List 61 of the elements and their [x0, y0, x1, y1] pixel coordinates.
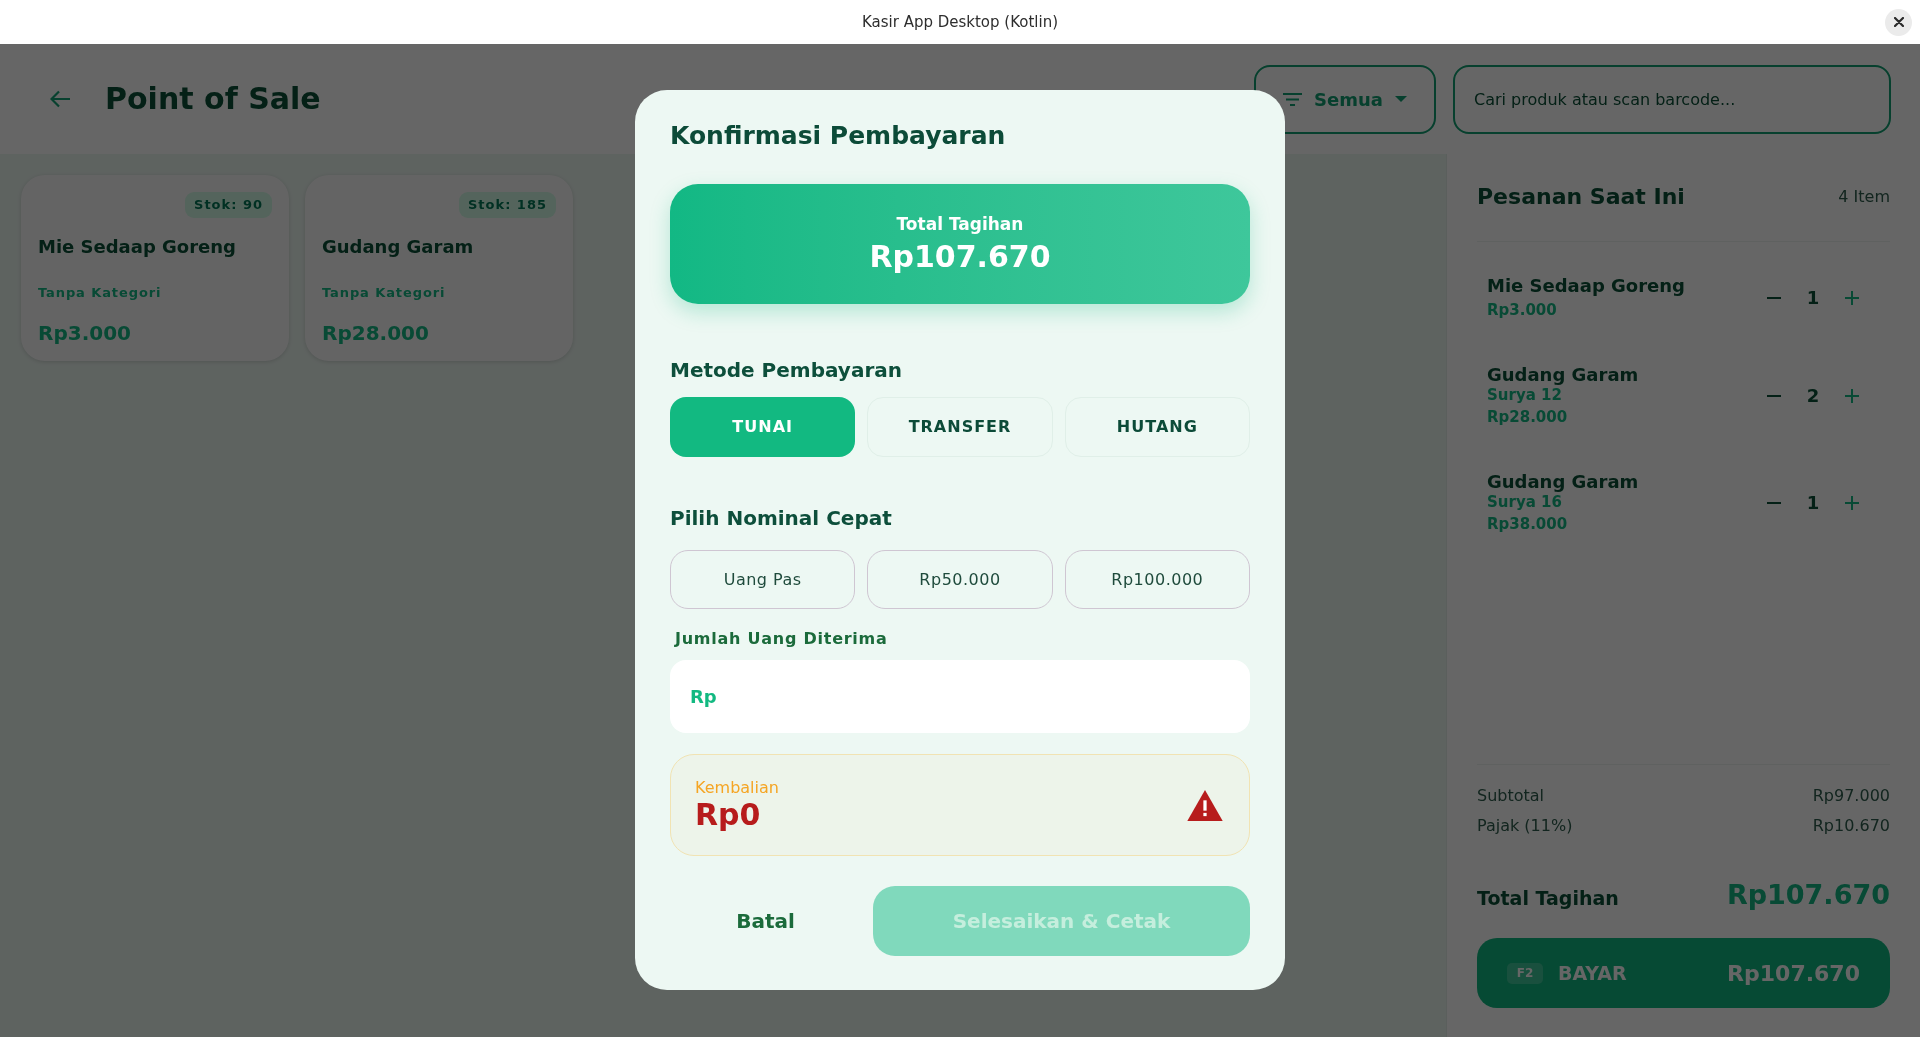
quick-amount-button[interactable]: Rp50.000 — [867, 550, 1053, 609]
warning-icon — [1187, 789, 1223, 821]
order-item-price: Rp28.000 — [1487, 407, 1568, 427]
total-amount: Rp107.670 — [1726, 877, 1890, 912]
minus-icon[interactable] — [1767, 394, 1781, 397]
quick-amount-button[interactable]: Rp100.000 — [1064, 550, 1250, 609]
quick-amount-button[interactable]: Uang Pas — [670, 550, 856, 609]
total-card-label: Total Tagihan — [896, 213, 1024, 235]
minus-icon[interactable] — [1767, 296, 1781, 299]
caret-icon — [1394, 96, 1407, 102]
amount-input[interactable]: Rp — [670, 660, 1250, 733]
page-title: Point of Sale — [105, 81, 321, 117]
product-category: Tanpa Kategori — [322, 284, 446, 302]
item-quantity: 2 — [1805, 384, 1821, 408]
search-field[interactable]: Cari produk atau scan barcode... — [1453, 64, 1891, 134]
order-item-name: Gudang Garam — [1487, 471, 1639, 493]
cancel-button[interactable]: Batal — [670, 886, 861, 956]
product-name: Mie Sedaap Goreng — [38, 235, 236, 259]
payment-method-tab[interactable]: TUNAI — [670, 397, 856, 457]
total-label: Total Tagihan — [1477, 885, 1619, 911]
filter-icon — [1283, 92, 1303, 106]
order-item-name: Gudang Garam — [1487, 364, 1639, 386]
dialog-title: Konfirmasi Pembayaran — [670, 121, 1007, 151]
total-card-amount: Rp107.670 — [869, 239, 1051, 275]
order-item-price: Rp3.000 — [1487, 300, 1557, 320]
section-heading: Pilih Nominal Cepat — [670, 506, 893, 530]
back-arrow-icon — [50, 90, 71, 108]
change-label: Kembalian — [695, 778, 779, 798]
summary-label: Pajak (11%) — [1477, 815, 1573, 837]
item-quantity: 1 — [1805, 286, 1821, 310]
stock-badge: Stok: 90 — [185, 192, 272, 218]
order-item-variant: Surya 16 — [1487, 493, 1562, 511]
product-card[interactable]: Stok: 185 Gudang Garam Tanpa Kategori Rp28.000 — [305, 175, 573, 361]
plus-icon[interactable] — [1845, 290, 1859, 305]
payment-method-tab[interactable]: TRANSFER — [867, 397, 1053, 457]
product-price: Rp28.000 — [322, 320, 429, 346]
summary-value: Rp97.000 — [1812, 785, 1890, 807]
plus-icon[interactable] — [1845, 388, 1859, 403]
pay-button[interactable]: F2 BAYAR Rp107.670 — [1477, 938, 1890, 1008]
field-label: Jumlah Uang Diterima — [673, 629, 889, 649]
item-quantity: 1 — [1805, 491, 1821, 515]
change-amount: Rp0 — [695, 798, 761, 832]
product-name: Gudang Garam — [322, 235, 474, 259]
section-heading: Metode Pembayaran — [670, 358, 903, 382]
order-item-name: Mie Sedaap Goreng — [1487, 275, 1685, 297]
window-title: Kasir App Desktop (Kotlin) — [861, 11, 1059, 33]
summary-label: Subtotal — [1477, 785, 1545, 807]
plus-icon[interactable] — [1845, 495, 1859, 510]
minus-icon[interactable] — [1767, 501, 1781, 504]
stock-badge: Stok: 185 — [459, 192, 556, 218]
order-item-variant: Surya 12 — [1487, 386, 1562, 404]
close-icon — [1893, 17, 1904, 27]
item-count: 4 Item — [1838, 186, 1890, 208]
product-category: Tanpa Kategori — [38, 284, 162, 302]
summary-value: Rp10.670 — [1812, 815, 1890, 837]
product-card[interactable]: Stok: 90 Mie Sedaap Goreng Tanpa Kategori Rp3.000 — [21, 175, 289, 361]
product-price: Rp3.000 — [38, 320, 131, 346]
close-button[interactable] — [1885, 8, 1912, 36]
order-title: Pesanan Saat Ini — [1477, 184, 1685, 210]
payment-method-tab[interactable]: HUTANG — [1064, 397, 1250, 457]
order-item-price: Rp38.000 — [1487, 514, 1568, 534]
